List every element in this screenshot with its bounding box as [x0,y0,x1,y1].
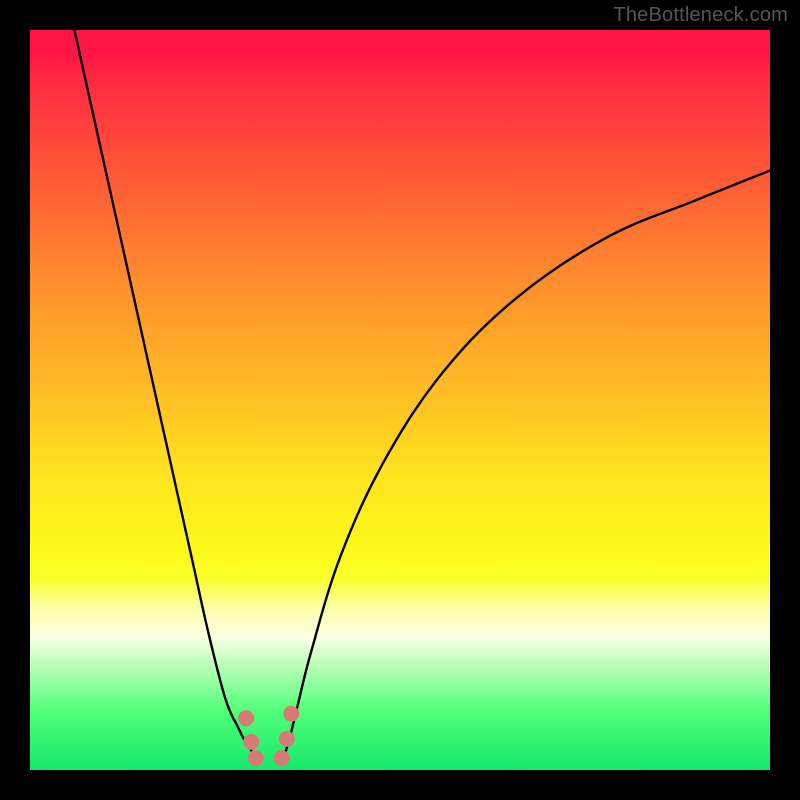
curve-left-branch [74,30,256,759]
chart-plot-area [30,30,770,770]
data-marker-3 [274,750,290,766]
watermark-text: TheBottleneck.com [613,4,788,27]
curve-right-branch [283,171,770,759]
data-markers [238,706,299,766]
data-marker-4 [279,731,295,747]
chart-svg [30,30,770,770]
data-marker-5 [283,706,299,722]
data-marker-0 [238,710,254,726]
data-marker-2 [248,750,264,766]
data-marker-1 [243,734,259,750]
